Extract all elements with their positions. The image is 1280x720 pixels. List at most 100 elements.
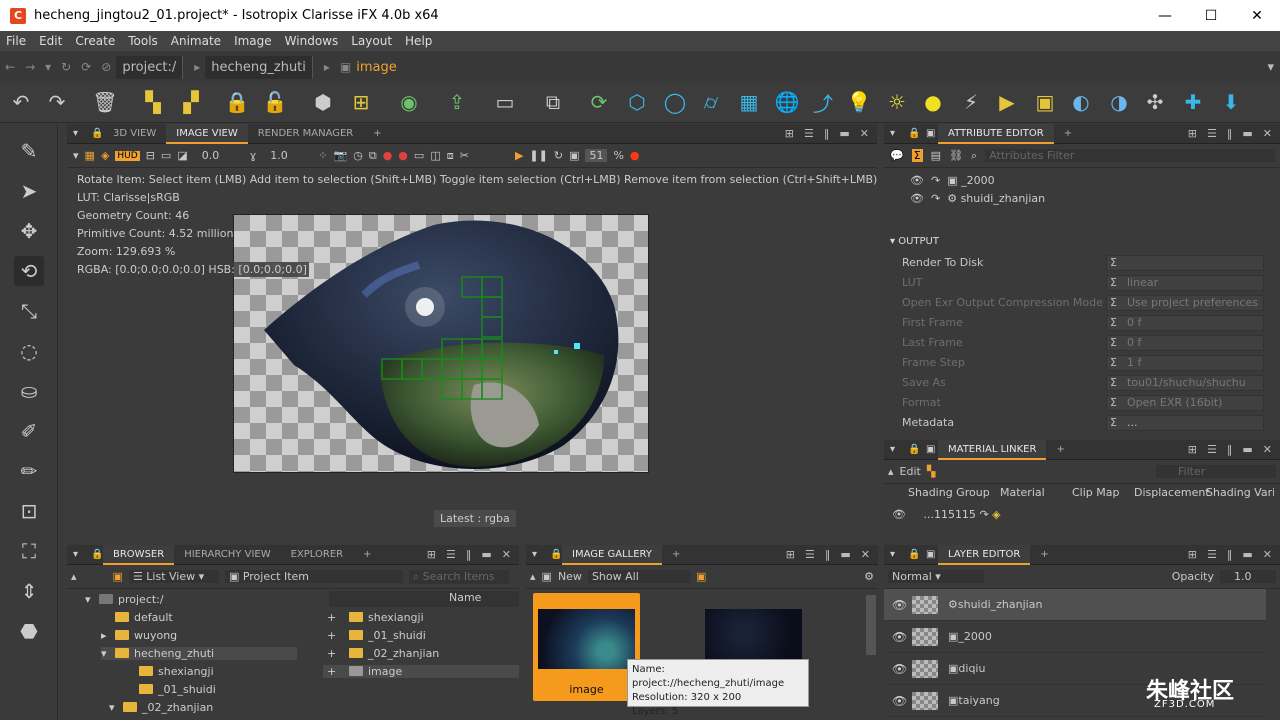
expression-sum-icon[interactable]: Σ	[1110, 276, 1117, 290]
v-split-icon[interactable]: ‖	[1227, 443, 1233, 456]
redo-icon[interactable]: ↷	[44, 89, 70, 115]
brush-icon[interactable]: ✏	[14, 456, 44, 486]
split-icon[interactable]: ⊞	[1188, 443, 1197, 456]
eye-icon[interactable]: 👁	[892, 508, 906, 521]
attr-value-field[interactable]: 0 f Σ	[1106, 335, 1264, 351]
channels-icon[interactable]: ⊟	[146, 149, 155, 162]
menu-tools[interactable]: Tools	[128, 34, 158, 48]
browser-list-item[interactable]: + image	[323, 665, 519, 678]
attr-value-field[interactable]: Open EXR (16bit) Σ	[1106, 395, 1264, 411]
checker2-icon[interactable]: ◈	[101, 149, 109, 162]
display-icon[interactable]: ▭	[161, 149, 171, 162]
grid-icon[interactable]: ▦	[736, 89, 762, 115]
undo-icon[interactable]: ↶	[8, 89, 34, 115]
browser-tree-item[interactable]: ▸ wuyong	[101, 629, 177, 642]
attr-value-field[interactable]: Use project preferences Σ	[1106, 295, 1264, 311]
browser-tree-item[interactable]: ▾ project:/	[85, 593, 164, 606]
sync-icon[interactable]: ⟳	[81, 60, 91, 74]
breadcrumb-mid[interactable]: hecheng_zhuti	[205, 55, 313, 79]
max-icon[interactable]: ▬	[1242, 443, 1252, 456]
browser-tree-item[interactable]: shexiangji	[125, 665, 214, 678]
scatter-icon[interactable]: ✣	[1142, 89, 1168, 115]
zoom-pct-input[interactable]: 51	[585, 149, 608, 162]
panel-lock-icon[interactable]: 🔒	[908, 128, 920, 139]
record-icon[interactable]: ▣	[569, 149, 579, 162]
checker-icon[interactable]: ▦	[85, 149, 95, 162]
compare-icon[interactable]: ⧉	[369, 149, 377, 163]
breadcrumb-current[interactable]: image	[356, 60, 397, 75]
refresh-scene-icon[interactable]: ⟳	[586, 89, 612, 115]
opacity-input[interactable]: 1.0	[1220, 570, 1276, 583]
add-tab-icon[interactable]: +	[662, 545, 690, 565]
expression-sum-icon[interactable]: Σ	[1110, 356, 1117, 370]
h-split-icon[interactable]: ☰	[446, 548, 456, 561]
frame-icon[interactable]: ⊡	[14, 496, 44, 526]
maximize-button[interactable]: ☐	[1188, 0, 1234, 31]
cube-icon[interactable]: ⬡	[624, 89, 650, 115]
history-icon[interactable]: ◷	[353, 149, 363, 162]
add-node-icon[interactable]: ✚	[1180, 89, 1206, 115]
eye-icon[interactable]: 👁	[892, 598, 907, 612]
layout-icon[interactable]: ▤	[931, 149, 941, 162]
add-icon[interactable]: +	[323, 665, 349, 678]
tab-3d-view[interactable]: 3D VIEW	[103, 124, 166, 144]
gallery-thumb-selected[interactable]: image	[533, 593, 640, 701]
split-icon[interactable]: ⊞	[1188, 127, 1197, 140]
box-icon[interactable]: ⬢	[310, 89, 336, 115]
link-icon[interactable]: ⛓	[949, 149, 963, 162]
browser-list-item[interactable]: + _02_zhanjian	[323, 647, 519, 660]
paint-icon[interactable]: ✐	[14, 416, 44, 446]
blend-mode-select[interactable]: Normal ▾	[888, 570, 984, 583]
settings-icon[interactable]: ✂	[460, 149, 469, 162]
sun-icon[interactable]: ☼	[884, 89, 910, 115]
minimize-button[interactable]: —	[1142, 0, 1188, 31]
play-icon[interactable]: ▶	[515, 149, 523, 162]
download-icon[interactable]: ⬇	[1218, 89, 1244, 115]
v-split-icon[interactable]: ‖	[824, 127, 830, 140]
crop-icon[interactable]: ⧈	[447, 149, 454, 163]
eye-icon[interactable]: 👁	[892, 630, 907, 644]
close-panel-icon[interactable]: ✕	[860, 127, 869, 140]
tab-browser[interactable]: BROWSER	[103, 544, 175, 565]
tab-explorer[interactable]: EXPLORER	[281, 545, 354, 565]
tab-layer-editor[interactable]: LAYER EDITOR	[938, 544, 1031, 565]
menu-edit[interactable]: Edit	[39, 34, 62, 48]
h-split-icon[interactable]: ☰	[805, 548, 815, 561]
cylinder-icon[interactable]: ⌭	[698, 89, 724, 115]
panel-menu-icon[interactable]: ▾	[73, 549, 85, 560]
sum-icon[interactable]: Σ	[911, 149, 923, 162]
v-split-icon[interactable]: ‖	[825, 548, 831, 561]
add-icon[interactable]: +	[323, 629, 349, 642]
ungroup-icon[interactable]: ▞	[178, 89, 204, 115]
exposure-input[interactable]: 0.0	[194, 149, 244, 162]
panel-menu-icon[interactable]: ▾	[890, 128, 902, 139]
close-panel-icon[interactable]: ✕	[1263, 443, 1272, 456]
max-icon[interactable]: ▬	[839, 127, 849, 140]
h-split-icon[interactable]: ☰	[1207, 443, 1217, 456]
stop-icon[interactable]: ⊘	[101, 60, 111, 74]
region-icon[interactable]: ◫	[430, 149, 440, 162]
edit-label[interactable]: Edit	[900, 465, 921, 478]
split-icon[interactable]: ⊞	[427, 548, 436, 561]
reload-icon[interactable]: ↻	[554, 149, 563, 162]
browser-tree-item[interactable]: _01_shuidi	[125, 683, 216, 696]
env-icon[interactable]: ◐	[1068, 89, 1094, 115]
move-icon[interactable]: ✥	[14, 216, 44, 246]
split-icon[interactable]: ⊞	[1188, 548, 1197, 561]
render-stop-icon[interactable]: ●	[630, 149, 640, 162]
name-column-header[interactable]: Name	[329, 591, 519, 607]
menu-image[interactable]: Image	[234, 34, 272, 48]
exposure-icon[interactable]: ◪	[177, 149, 187, 162]
panel-menu-icon[interactable]: ▾	[890, 444, 902, 455]
comment-icon[interactable]: 💬	[890, 149, 904, 162]
show-filter-select[interactable]: Show All	[587, 570, 690, 583]
add-tab-icon[interactable]: +	[1030, 545, 1058, 565]
menu-windows[interactable]: Windows	[285, 34, 339, 48]
material-icon[interactable]: ⬣	[14, 616, 44, 646]
expression-sum-icon[interactable]: Σ	[1110, 376, 1117, 390]
monitor-icon[interactable]: ▭	[414, 149, 424, 162]
unlock-icon[interactable]: 🔓	[262, 89, 288, 115]
add-icon[interactable]: +	[323, 611, 349, 624]
menu-layout[interactable]: Layout	[351, 34, 392, 48]
breadcrumb-root[interactable]: project:/	[116, 55, 184, 79]
